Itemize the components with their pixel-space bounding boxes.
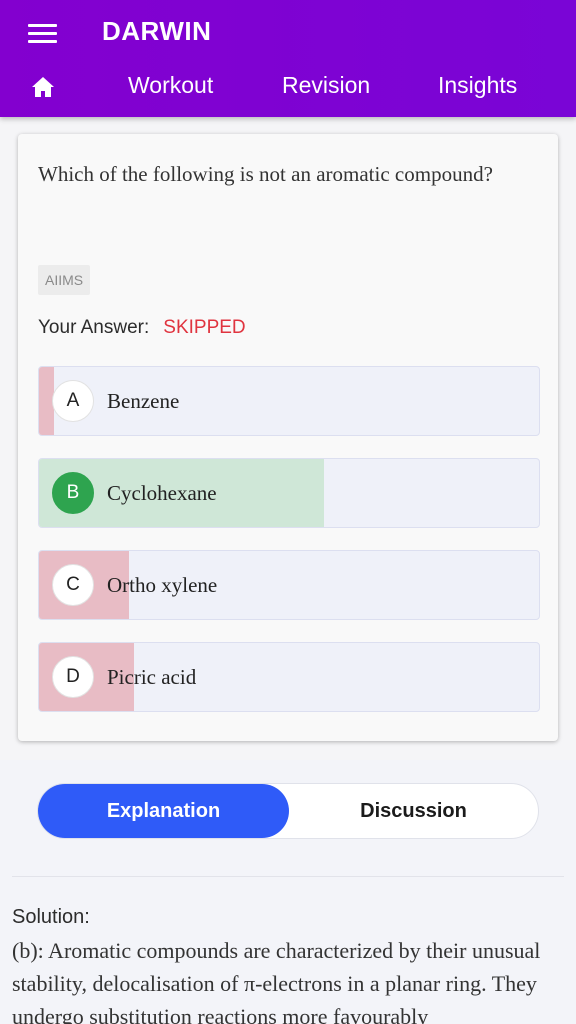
- app-header: DARWIN Workout Revision Insights: [0, 0, 576, 117]
- solution-text: (b): Aromatic compounds are characterize…: [12, 938, 541, 1024]
- question-card: Which of the following is not an aromati…: [18, 134, 558, 741]
- your-answer-row: Your Answer: SKIPPED: [38, 317, 246, 339]
- nav-revision[interactable]: Revision: [282, 72, 370, 99]
- top-nav: Workout Revision Insights: [0, 62, 576, 110]
- tab-explanation[interactable]: Explanation: [38, 784, 289, 838]
- option-a-text: Benzene: [107, 389, 180, 413]
- option-d-text: Picric acid: [107, 665, 197, 689]
- question-text: Which of the following is not an aromati…: [38, 162, 493, 186]
- explanation-discussion-toggle: Explanation Discussion: [37, 783, 539, 839]
- hamburger-menu-icon[interactable]: [28, 24, 58, 44]
- tab-discussion[interactable]: Discussion: [288, 784, 539, 838]
- option-c-letter: C: [52, 564, 94, 606]
- option-b-letter: B: [52, 472, 94, 514]
- your-answer-status: SKIPPED: [163, 317, 246, 338]
- option-b-text: Cyclohexane: [107, 481, 217, 505]
- exam-tag: AIIMS: [38, 265, 91, 295]
- home-icon[interactable]: [31, 76, 55, 98]
- option-c[interactable]: C Ortho xylene: [38, 550, 540, 620]
- nav-insights[interactable]: Insights: [438, 72, 517, 99]
- nav-workout[interactable]: Workout: [128, 72, 213, 99]
- option-c-text: Ortho xylene: [107, 573, 218, 597]
- option-d[interactable]: D Picric acid: [38, 642, 540, 712]
- option-a-letter: A: [52, 380, 94, 422]
- explanation-section: Explanation Discussion Solution: (b): Ar…: [0, 760, 576, 1024]
- option-d-letter: D: [52, 656, 94, 698]
- option-b[interactable]: B Cyclohexane: [38, 458, 540, 528]
- app-title: DARWIN: [102, 16, 212, 46]
- option-a[interactable]: A Benzene: [38, 366, 540, 436]
- solution-title: Solution:: [12, 906, 90, 928]
- your-answer-label: Your Answer:: [38, 317, 150, 338]
- section-divider: [12, 876, 564, 877]
